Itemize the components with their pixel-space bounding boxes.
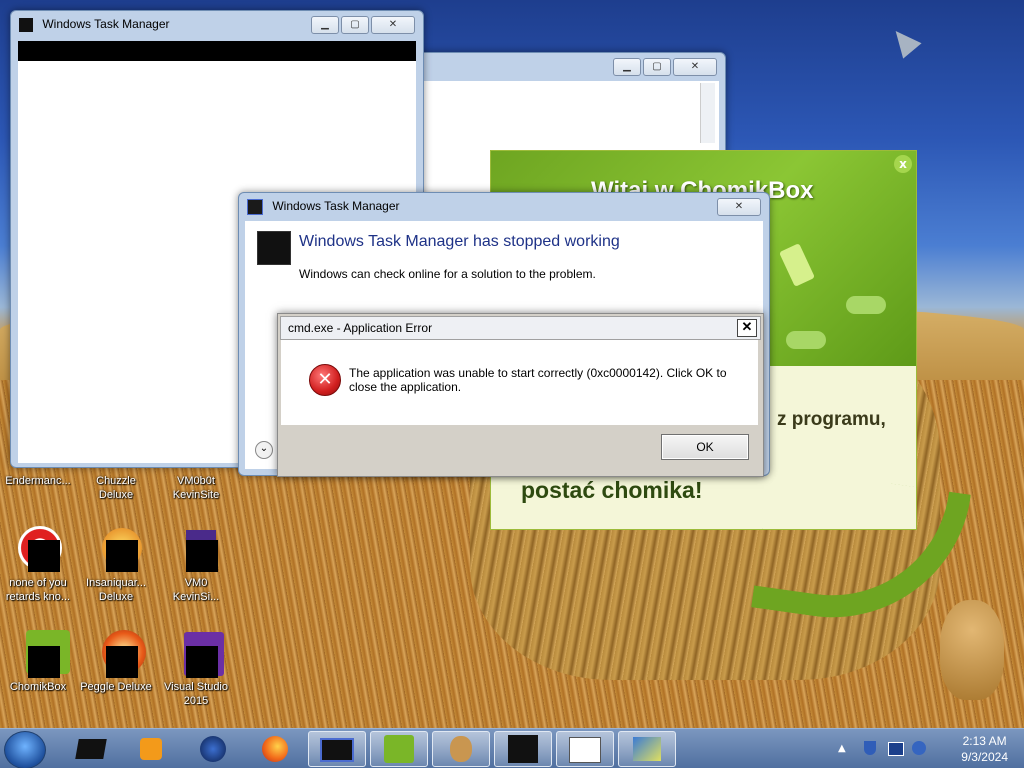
taskbar-button-globe[interactable] [184, 731, 242, 767]
desktop-icon-label: Insaniquar... [86, 577, 146, 589]
dialog-subtext: Windows can check online for a solution … [299, 267, 596, 281]
task-manager-icon [508, 735, 538, 763]
task-manager-app-icon [257, 231, 291, 265]
desktop: Endermanc... Chuzzle Deluxe VM0b0t Kevin… [0, 0, 1024, 768]
taskbar-button-media-player[interactable] [122, 731, 180, 767]
system-tray: ▲ 2:13 AM 9/3/2024 [834, 729, 1024, 768]
app-icon [172, 526, 220, 574]
menu-bar-blacked [18, 41, 416, 61]
taskbar: ▲ 2:13 AM 9/3/2024 [0, 728, 1024, 768]
task-manager-icon [19, 17, 33, 32]
minimize-button[interactable]: ▁ [311, 16, 339, 34]
desktop-icon-visual-studio[interactable]: Visual Studio 2015 [158, 630, 234, 708]
minimize-button[interactable]: ▁ [613, 58, 641, 76]
application-error-dialog[interactable]: cmd.exe - Application Error ✕ ✕ The appl… [277, 313, 764, 477]
desktop-icon-peggle[interactable]: Peggle Deluxe [78, 630, 154, 694]
dialog-titlebar[interactable]: cmd.exe - Application Error ✕ [280, 316, 761, 340]
window-icon [569, 737, 601, 763]
network-icon[interactable] [888, 742, 904, 756]
window-titlebar[interactable]: ▁ ▢ ✕ [403, 53, 725, 79]
app-icon [75, 739, 107, 759]
taskbar-button-window[interactable] [556, 731, 614, 767]
chomikbox-text: z programu, [777, 409, 886, 430]
clock-date: 9/3/2024 [961, 750, 1008, 764]
ok-button[interactable]: OK [661, 434, 749, 460]
taskbar-button-firefox[interactable] [246, 731, 304, 767]
task-manager-icon [320, 738, 354, 762]
app-icon [633, 737, 661, 761]
taskbar-button-chomikbox[interactable] [370, 731, 428, 767]
clock-time: 2:13 AM [962, 734, 1007, 748]
desktop-icon-label: Visual Studio [163, 681, 228, 693]
app-icon [92, 526, 142, 574]
dialog-content: ✕ The application was unable to start co… [281, 340, 758, 425]
desktop-icon-label: none of you [9, 577, 67, 589]
desktop-icon-label: Deluxe [98, 489, 134, 501]
clock[interactable]: 2:13 AM 9/3/2024 [961, 733, 1008, 765]
error-icon: ✕ [309, 364, 341, 396]
desktop-icon-chomikbox[interactable]: ChomikBox [0, 630, 76, 694]
maximize-button[interactable]: ▢ [643, 58, 671, 76]
window-titlebar[interactable]: Windows Task Manager ▁ ▢ ✕ [11, 11, 423, 37]
error-message: The application was unable to start corr… [349, 366, 727, 394]
desktop-icon-vm0[interactable]: VM0 KevinSi... [158, 526, 234, 604]
taskbar-button-task-manager-2[interactable] [494, 731, 552, 767]
app-icon [14, 630, 70, 678]
desktop-icon-label: ChomikBox [9, 681, 67, 693]
hamster-icon [450, 736, 472, 762]
maximize-button[interactable]: ▢ [341, 16, 369, 34]
close-button[interactable]: ✕ [717, 198, 761, 216]
taskbar-button-hamster[interactable] [432, 731, 490, 767]
dialog-titlebar[interactable]: Windows Task Manager ✕ [239, 193, 769, 219]
volume-icon[interactable] [912, 741, 926, 755]
desktop-icon-label: 2015 [183, 695, 209, 707]
dialog-title: cmd.exe - Application Error [288, 321, 433, 335]
dialog-title: Windows Task Manager [272, 199, 400, 213]
show-hidden-icons-icon[interactable]: ▲ [838, 743, 846, 754]
chomikbox-text: postać chomika! [521, 477, 703, 503]
hamster-mascot [940, 600, 1004, 700]
media-player-icon [140, 738, 162, 760]
app-icon [172, 630, 224, 678]
shield-icon[interactable] [864, 741, 876, 755]
desktop-icon-label: KevinSite [172, 489, 220, 501]
desktop-icon-none-of-you[interactable]: none of you retards kno... [0, 526, 76, 604]
app-icon [92, 630, 146, 678]
desktop-icon-endermanc[interactable]: Endermanc... [0, 474, 76, 488]
app-icon [14, 526, 62, 574]
taskbar-button-app-2[interactable] [618, 731, 676, 767]
task-manager-icon [247, 198, 263, 215]
desktop-icon-chuzzle[interactable]: Chuzzle Deluxe [78, 474, 154, 502]
cloud-icon [846, 296, 886, 314]
close-button[interactable]: ✕ [737, 319, 757, 337]
desktop-icon-label: VM0 [184, 577, 208, 589]
dialog-heading: Windows Task Manager has stopped working [299, 233, 620, 250]
desktop-icon-label: VM0b0t [177, 475, 215, 487]
firefox-icon [262, 736, 288, 762]
desktop-icon-label: Peggle Deluxe [80, 681, 152, 693]
box-icon [779, 243, 815, 287]
desktop-icon-label: KevinSi... [172, 591, 220, 603]
close-button[interactable]: ✕ [371, 16, 415, 34]
mouse-cursor-icon [886, 23, 922, 59]
scrollbar[interactable] [700, 83, 715, 143]
taskbar-button-task-manager[interactable] [308, 731, 366, 767]
close-button[interactable]: ✕ [673, 58, 717, 76]
globe-icon [200, 736, 226, 762]
cloud-icon [786, 331, 826, 349]
desktop-icon-label: Deluxe [98, 591, 134, 603]
desktop-icon-label: Endermanc... [5, 475, 71, 487]
window-title: Windows Task Manager [42, 17, 170, 31]
desktop-icon-vm0b0t[interactable]: VM0b0t KevinSite [158, 474, 234, 502]
chevron-down-icon[interactable]: ⌄ [255, 441, 273, 459]
desktop-icon-label: retards kno... [5, 591, 71, 603]
chomikbox-icon [384, 735, 414, 763]
desktop-icon-insaniquarium[interactable]: Insaniquar... Deluxe [78, 526, 154, 604]
taskbar-button-app[interactable] [62, 731, 120, 767]
chomikbox-close-button[interactable]: x [894, 155, 912, 173]
start-button[interactable] [4, 731, 46, 768]
desktop-icon-label: Chuzzle [96, 475, 136, 487]
